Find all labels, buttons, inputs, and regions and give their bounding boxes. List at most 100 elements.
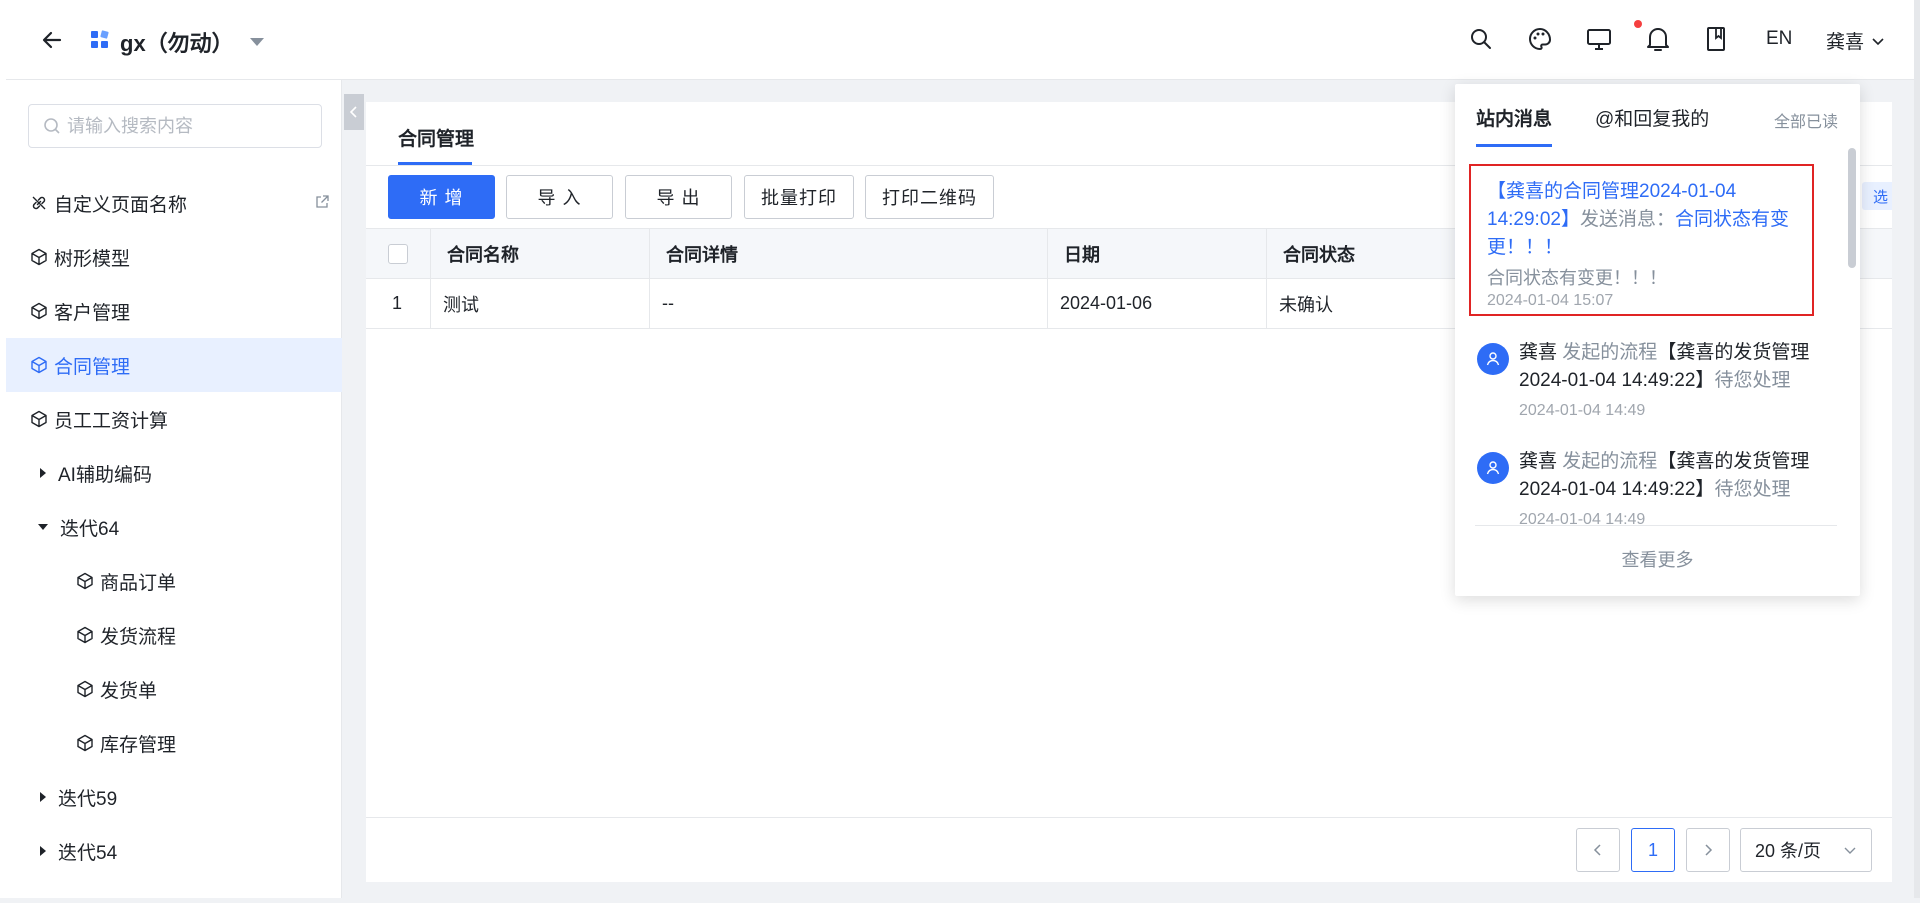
notification-suffix: 待您处理: [1714, 370, 1791, 391]
sidebar-item-inventory[interactable]: 库存管理: [6, 716, 342, 770]
sidebar-search[interactable]: [28, 104, 322, 148]
notification-dot: [1634, 20, 1642, 28]
prev-page-button[interactable]: [1576, 828, 1620, 872]
back-arrow-icon[interactable]: [36, 24, 68, 56]
select-all-checkbox[interactable]: [388, 243, 408, 264]
cube-icon: [28, 354, 50, 376]
sidebar-item-label: 客户管理: [54, 302, 131, 324]
notification-body: 龚喜 发起的流程【龚喜的发货管理2024-01-04 14:49:22】待您处理…: [1519, 339, 1837, 425]
sidebar-search-input[interactable]: [67, 115, 307, 137]
notification-item[interactable]: 龚喜 发起的流程【龚喜的发货管理2024-01-04 14:49:22】待您处理…: [1477, 339, 1837, 425]
palette-icon[interactable]: [1525, 24, 1555, 54]
batch-print-button[interactable]: 批量打印: [744, 175, 854, 219]
notification-subtitle: 合同状态有变更！！！: [1487, 268, 1667, 288]
notification-time: 2024-01-04 15:07: [1487, 292, 1614, 309]
notification-action: 发起的流程: [1562, 451, 1658, 472]
cube-icon: [74, 570, 96, 592]
sidebar-item-label: 迭代54: [58, 842, 118, 864]
language-switch[interactable]: EN: [1766, 28, 1792, 50]
link-icon: [28, 192, 50, 214]
bell-icon[interactable]: [1643, 24, 1673, 54]
page-scrollbar[interactable]: [1914, 0, 1920, 903]
sidebar-item-shipping-note[interactable]: 发货单: [6, 662, 342, 716]
page-size-value: 20 条/页: [1755, 841, 1822, 861]
sidebar-group-ai-coding[interactable]: AI辅助编码: [6, 446, 342, 500]
page-number-button[interactable]: 1: [1631, 828, 1675, 872]
caret-down-icon: [38, 524, 48, 530]
sidebar-item-salary[interactable]: 员工工资计算: [6, 392, 342, 446]
page-size-select[interactable]: 20 条/页: [1740, 828, 1872, 872]
select-all-cell: [366, 229, 431, 278]
sidebar-item-label: AI辅助编码: [58, 464, 152, 486]
notification-body: 龚喜 发起的流程【龚喜的发货管理2024-01-04 14:49:22】待您处理…: [1519, 448, 1837, 534]
caret-right-icon: [40, 846, 46, 856]
chevron-left-icon: [349, 106, 357, 118]
cell-date: 2024-01-06: [1048, 279, 1267, 328]
sidebar-item-label: 迭代64: [60, 518, 120, 540]
next-page-button[interactable]: [1686, 828, 1730, 872]
sidebar-group-iteration-64[interactable]: 迭代64: [6, 500, 342, 554]
chevron-down-icon: [1872, 37, 1884, 45]
notification-popover: 站内消息 @和回复我的 全部已读 【龚喜的合同管理2024-01-04 14:2…: [1455, 84, 1860, 596]
sidebar-group-iteration-59[interactable]: 迭代59: [6, 770, 342, 824]
user-avatar-icon: [1477, 452, 1509, 484]
notification-sender: 龚喜: [1519, 451, 1558, 472]
mark-all-read-link[interactable]: 全部已读: [1774, 108, 1838, 132]
table-footer-divider: [366, 817, 1892, 818]
sidebar-item-label: 库存管理: [100, 734, 177, 756]
filter-button[interactable]: 选: [1862, 182, 1892, 210]
sidebar-item-shipping-flow[interactable]: 发货流程: [6, 608, 342, 662]
caret-right-icon: [40, 468, 46, 478]
sidebar-collapse-button[interactable]: [344, 94, 364, 130]
sidebar-group-iteration-54[interactable]: 迭代54: [6, 824, 342, 878]
external-link-icon[interactable]: [314, 194, 330, 216]
sidebar-item-label: 商品订单: [100, 572, 177, 594]
top-header: gx（勿动） EN 龚喜: [6, 0, 1914, 80]
notification-sender: 龚喜: [1519, 342, 1558, 363]
bottom-edge: [0, 898, 1920, 903]
scrollbar-thumb[interactable]: [1848, 148, 1856, 268]
sidebar-item-label: 发货流程: [100, 626, 177, 648]
cube-icon: [74, 624, 96, 646]
cell-name: 测试: [431, 279, 650, 328]
cube-icon: [28, 300, 50, 322]
tab-inbox[interactable]: 站内消息: [1476, 104, 1552, 131]
column-header[interactable]: 日期: [1048, 229, 1267, 278]
add-button[interactable]: 新 增: [388, 175, 495, 219]
notification-time: 2024-01-04 14:49: [1519, 402, 1646, 419]
print-qr-button[interactable]: 打印二维码: [865, 175, 994, 219]
notification-item-highlighted[interactable]: 【龚喜的合同管理2024-01-04 14:29:02】发送消息：合同状态有变更…: [1469, 164, 1814, 316]
tab-mentions[interactable]: @和回复我的: [1595, 104, 1709, 131]
app-switch-caret-icon[interactable]: [246, 30, 268, 52]
caret-right-icon: [40, 792, 46, 802]
app-logo-icon: [90, 30, 110, 50]
sidebar-item-tree-model[interactable]: 树形模型: [6, 230, 342, 284]
sidebar-item-label: 树形模型: [54, 248, 131, 270]
cube-icon: [28, 408, 50, 430]
user-menu[interactable]: 龚喜: [1826, 27, 1886, 54]
sidebar-item-product-order[interactable]: 商品订单: [6, 554, 342, 608]
import-button[interactable]: 导 入: [506, 175, 613, 219]
notification-item[interactable]: 龚喜 发起的流程【龚喜的发货管理2024-01-04 14:49:22】待您处理…: [1477, 448, 1837, 534]
app-title[interactable]: gx（勿动）: [120, 26, 234, 58]
column-header[interactable]: 合同名称: [431, 229, 650, 278]
sidebar-item-label: 自定义页面名称: [54, 194, 188, 216]
notification-suffix: 待您处理: [1714, 479, 1791, 500]
notification-time: 2024-01-04 14:49: [1519, 511, 1646, 528]
cube-icon: [28, 246, 50, 268]
sidebar-item-customer[interactable]: 客户管理: [6, 284, 342, 338]
cube-icon: [74, 732, 96, 754]
view-more-link[interactable]: 查看更多: [1455, 546, 1860, 572]
search-icon[interactable]: [1466, 24, 1496, 54]
row-index: 1: [366, 279, 431, 328]
monitor-icon[interactable]: [1584, 24, 1614, 54]
tab-contract-management[interactable]: 合同管理: [398, 124, 474, 151]
notification-action: 发起的流程: [1562, 342, 1658, 363]
chevron-left-icon: [1593, 844, 1601, 856]
sidebar-item-contract[interactable]: 合同管理: [6, 338, 342, 392]
sidebar-item-custom-page[interactable]: 自定义页面名称: [6, 176, 342, 230]
column-header[interactable]: 合同详情: [650, 229, 1048, 278]
book-icon[interactable]: [1701, 24, 1731, 54]
export-button[interactable]: 导 出: [625, 175, 732, 219]
notification-title: 【龚喜的合同管理2024-01-04 14:29:02】发送消息：合同状态有变更…: [1487, 178, 1796, 262]
